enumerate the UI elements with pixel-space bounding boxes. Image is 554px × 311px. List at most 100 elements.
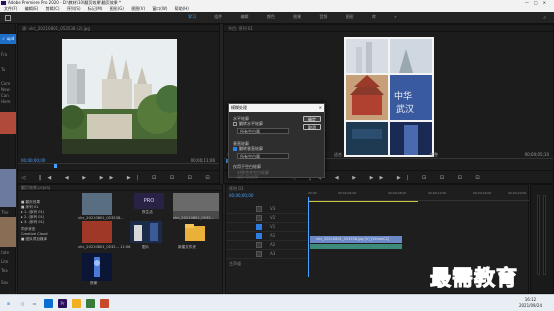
track-lock-toggle[interactable]	[256, 242, 262, 248]
timeline-playhead[interactable]	[308, 197, 309, 277]
learn-item[interactable]: Sav	[1, 280, 8, 285]
track-target-toggle[interactable]	[256, 224, 262, 230]
tutorial-thumbnail[interactable]	[0, 169, 16, 207]
learn-item[interactable]: The	[1, 210, 8, 215]
learn-item[interactable]: tate	[1, 250, 9, 255]
audio-meters	[530, 184, 554, 294]
tab-more[interactable]: »	[394, 14, 396, 19]
learn-item[interactable]: Com	[1, 81, 10, 86]
blank-handling-dialog: 模糊处理 × 水平轮廓 翻转水平轮廓 所有空白属 垂直轮廓 翻转垂直轮廓 所有空…	[228, 103, 325, 179]
horizontal-select[interactable]: 所有空白属	[237, 128, 289, 134]
cancel-button[interactable]: 取消	[303, 124, 321, 130]
learn-item[interactable]: Lite	[1, 259, 8, 264]
meter-left	[537, 195, 540, 275]
media-thumbnail[interactable]	[130, 221, 162, 243]
close-button[interactable]: ✕	[543, 0, 551, 5]
learn-item[interactable]: Tea	[1, 268, 8, 273]
update-badge[interactable]: ✓ upd	[0, 34, 16, 44]
audio-clip[interactable]	[310, 244, 402, 249]
video-clip[interactable]: vlrc_20210801_053538.jpg [V] [VimeoC2]	[310, 236, 402, 243]
ruler-tick: 00;00;16;00	[473, 191, 492, 195]
windows-taskbar: ⊞ ○ ▭ Pr 16:12 2021/09/24	[0, 294, 554, 311]
program-monitor-header[interactable]: 节目: 序列 01	[224, 25, 553, 32]
workspace-bar: 学习 组件 编辑 颜色 效果 音频 图形 库 » ⌕	[0, 12, 554, 24]
bin-tree-item[interactable]: ▸ 3. (序列 01)	[21, 220, 44, 225]
tab-libraries[interactable]: 库	[372, 14, 376, 20]
source-transport-controls[interactable]: ◁ ‖◀ ◀ ▶ ▶▶ ▶| ⊡ ⊡ ⊡ ⊡	[21, 175, 215, 181]
track-lock-toggle[interactable]	[256, 251, 262, 257]
learn-item[interactable]: New	[1, 87, 10, 92]
program-preview-image: 中华 武汉	[344, 37, 434, 157]
timeline-timecode[interactable]: 00;00;00;00	[229, 193, 253, 198]
header-icons: ⌕	[543, 15, 546, 21]
learn-item[interactable]: Fra	[1, 52, 7, 57]
track-label: V3	[270, 206, 276, 211]
home-icon[interactable]	[5, 15, 11, 21]
track-lock-toggle[interactable]	[256, 206, 262, 212]
timeline-tab[interactable]: 序列 01	[229, 186, 243, 192]
tab-graphics[interactable]: 图形	[346, 14, 354, 20]
source-monitor-header[interactable]: 源: vlrc_20210801_053538 (2).jpg	[18, 25, 219, 32]
ruler-tick: 00;00;08;00	[388, 191, 407, 195]
custom-blank-option: 自定义空白轮廓	[237, 175, 259, 179]
flip-horizontal-checkbox[interactable]	[233, 122, 237, 126]
media-label: 夜景	[90, 281, 98, 285]
vertical-select[interactable]: 所有空白属	[237, 153, 289, 159]
bin-tree-item[interactable]: Creative Cloud	[21, 232, 47, 236]
timeline-ruler[interactable]: 00;00 00;00;04;00 00;00;08;00 00;00;12;0…	[308, 191, 529, 201]
tutorial-thumbnail[interactable]	[0, 217, 16, 247]
source-playhead[interactable]	[54, 164, 57, 168]
task-view-icon[interactable]: ▭	[30, 299, 39, 308]
master-track-label: 主声道	[229, 261, 241, 266]
ruler-tick: 00;00	[308, 191, 317, 195]
tab-learn[interactable]: 学习	[188, 14, 196, 20]
learn-item[interactable]: Here	[1, 99, 11, 104]
explorer-icon[interactable]	[72, 299, 81, 308]
ruler-tick: 00;00;12;00	[428, 191, 447, 195]
learn-item[interactable]: Tu	[1, 67, 5, 72]
tab-editing[interactable]: 编辑	[241, 14, 249, 20]
media-label: vlrc_20210801_053538...	[78, 216, 124, 220]
media-thumbnail[interactable]	[82, 221, 112, 243]
tab-effects[interactable]: 效果	[293, 14, 301, 20]
media-label: 新建文件夹	[178, 245, 196, 249]
source-monitor: 源: vlrc_20210801_053538 (2).jpg 00;00;00…	[17, 24, 220, 184]
flip-vertical-checkbox[interactable]	[233, 147, 237, 151]
app-icon[interactable]	[86, 299, 95, 308]
media-thumbnail[interactable]	[82, 253, 112, 281]
search-icon[interactable]: ○	[18, 299, 27, 308]
track-target-toggle[interactable]	[256, 233, 262, 239]
project-panel-header[interactable]: 翻页效果.prproj	[18, 185, 222, 191]
tab-audio[interactable]: 音频	[319, 14, 327, 20]
tab-color[interactable]: 颜色	[267, 14, 275, 20]
source-ruler[interactable]	[18, 163, 219, 168]
system-clock[interactable]: 16:12 2021/09/24	[519, 297, 542, 309]
folder-icon[interactable]	[184, 221, 206, 243]
learn-item[interactable]: Can	[1, 93, 9, 98]
premiere-app-icon	[1, 1, 6, 5]
maximize-button[interactable]: □	[534, 0, 543, 5]
track-lock-toggle[interactable]	[256, 215, 262, 221]
tab-assembly[interactable]: 组件	[214, 14, 222, 20]
track-label: A1	[270, 233, 276, 238]
bin-tree-item[interactable]: ■ 团队项目媒体	[21, 237, 47, 242]
windows-start-icon[interactable]: ⊞	[4, 299, 13, 308]
media-thumbnail[interactable]	[82, 193, 112, 215]
workspace-tabs: 学习 组件 编辑 颜色 效果 音频 图形 库 »	[188, 14, 414, 20]
ok-button[interactable]: 确定	[303, 116, 321, 122]
premiere-project-icon[interactable]: PRO	[134, 193, 164, 209]
premiere-taskbar-icon[interactable]: Pr	[58, 299, 67, 308]
tutorial-thumbnail[interactable]	[0, 112, 16, 134]
search-icon[interactable]: ⌕	[543, 15, 546, 21]
track-label: A2	[270, 242, 276, 247]
svg-text:武汉: 武汉	[396, 103, 414, 115]
edge-icon[interactable]	[44, 299, 53, 308]
track-header-v3: V3	[226, 205, 307, 214]
learn-panel-strip: ✓ upd Fra Tu Com New Can Here The tate L…	[0, 24, 16, 294]
dialog-close-icon[interactable]: ×	[319, 104, 322, 112]
minimize-button[interactable]: —	[525, 0, 534, 5]
app-icon[interactable]	[100, 299, 109, 308]
work-area-bar[interactable]	[308, 201, 418, 202]
media-label: vlrc_20210801_0532... 11:06	[78, 245, 131, 249]
track-label: V2	[270, 215, 276, 220]
